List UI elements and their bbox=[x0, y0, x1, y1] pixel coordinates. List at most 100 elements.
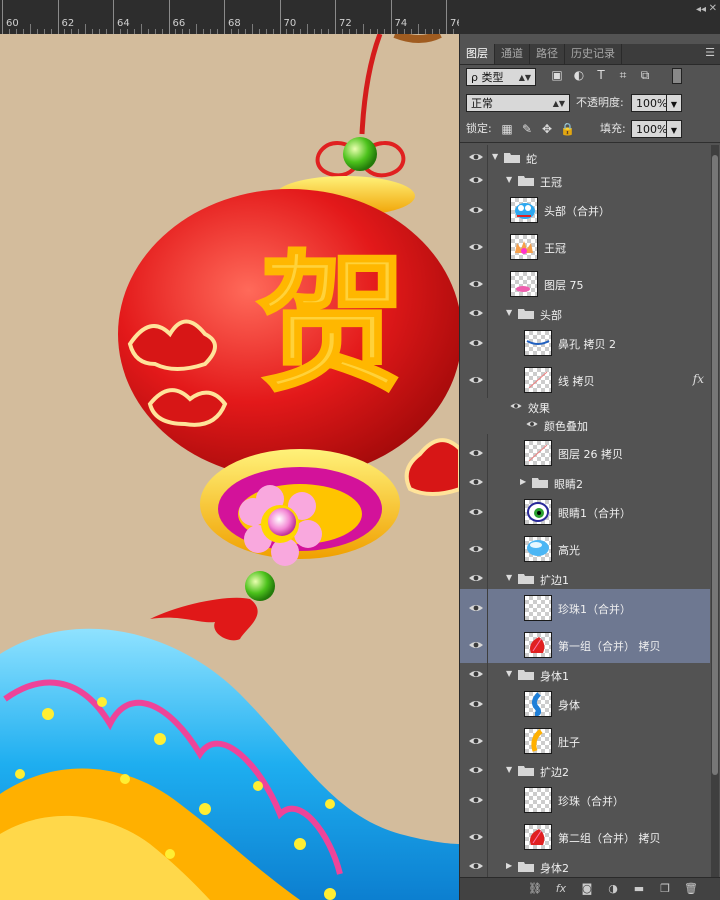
layer-thumbnail bbox=[524, 499, 552, 525]
expand-group-icon[interactable]: ▶ bbox=[520, 477, 526, 486]
visibility-eye-icon[interactable] bbox=[468, 640, 484, 650]
collapse-group-icon[interactable]: ▼ bbox=[492, 152, 498, 161]
filter-toggle-icon[interactable] bbox=[672, 68, 682, 84]
visibility-eye-icon[interactable] bbox=[468, 669, 484, 679]
lock-paint-icon[interactable]: ✎ bbox=[520, 122, 534, 136]
visibility-eye-icon[interactable] bbox=[468, 152, 484, 162]
collapse-group-icon[interactable]: ▼ bbox=[506, 308, 512, 317]
filter-image-icon[interactable]: ▣ bbox=[550, 68, 564, 82]
layer-effect-row[interactable]: 颜色叠加 bbox=[460, 414, 710, 434]
visibility-eye-icon[interactable] bbox=[468, 736, 484, 746]
layer-thumbnail bbox=[524, 632, 552, 658]
new-layer-icon[interactable]: ❐ bbox=[656, 881, 674, 897]
opacity-dropdown[interactable]: ▼ bbox=[666, 94, 682, 112]
collapse-group-icon[interactable]: ▼ bbox=[506, 175, 512, 184]
visibility-eye-icon[interactable] bbox=[468, 175, 484, 185]
ruler-minor-tick bbox=[362, 24, 364, 34]
layer-row[interactable]: 第一组（合并） 拷贝 bbox=[460, 626, 710, 664]
layer-row[interactable]: 珍珠（合并） bbox=[460, 781, 710, 819]
layer-row[interactable]: 王冠 bbox=[460, 228, 710, 266]
visibility-eye-icon[interactable] bbox=[468, 573, 484, 583]
visibility-eye-icon[interactable] bbox=[468, 448, 484, 458]
lock-all-icon[interactable]: 🔒 bbox=[560, 122, 575, 136]
folder-icon bbox=[518, 573, 534, 584]
visibility-eye-icon[interactable] bbox=[468, 375, 484, 385]
layer-group-row[interactable]: ▶ 身体2 bbox=[460, 855, 710, 878]
visibility-eye-icon[interactable] bbox=[468, 338, 484, 348]
filter-adjustment-icon[interactable]: ◐ bbox=[572, 68, 586, 82]
expand-group-icon[interactable]: ▶ bbox=[506, 861, 512, 870]
visibility-eye-icon[interactable] bbox=[468, 279, 484, 289]
layer-row[interactable]: 身体 bbox=[460, 685, 710, 723]
visibility-eye-icon[interactable] bbox=[468, 477, 484, 487]
effect-visibility-eye-icon[interactable] bbox=[510, 402, 523, 410]
lock-position-icon[interactable]: ✥ bbox=[540, 122, 554, 136]
layer-row[interactable]: 头部（合并） bbox=[460, 191, 710, 229]
visibility-eye-icon[interactable] bbox=[468, 544, 484, 554]
layer-thumbnail bbox=[524, 440, 552, 466]
visibility-eye-icon[interactable] bbox=[468, 795, 484, 805]
visibility-eye-icon[interactable] bbox=[468, 205, 484, 215]
filter-smart-object-icon[interactable]: ⧉ bbox=[638, 68, 652, 82]
layer-group-row[interactable]: ▼ 蛇 bbox=[460, 145, 710, 170]
tab-layers[interactable]: 图层 bbox=[460, 44, 495, 64]
visibility-eye-icon[interactable] bbox=[468, 765, 484, 775]
filter-shape-icon[interactable]: ⌗ bbox=[616, 68, 630, 82]
filter-type-icon[interactable]: T bbox=[594, 68, 608, 82]
effect-visibility-eye-icon[interactable] bbox=[526, 420, 539, 428]
layer-group-row[interactable]: ▼ 王冠 bbox=[460, 169, 710, 192]
visibility-eye-icon[interactable] bbox=[468, 242, 484, 252]
layer-group-row[interactable]: ▶ 眼睛2 bbox=[460, 471, 710, 494]
fill-dropdown[interactable]: ▼ bbox=[666, 120, 682, 138]
ruler-minor-tick bbox=[196, 24, 198, 34]
layer-row[interactable]: 肚子 bbox=[460, 722, 710, 760]
visibility-eye-icon[interactable] bbox=[468, 699, 484, 709]
layer-effect-row[interactable]: 效果 bbox=[460, 398, 710, 415]
visibility-eye-icon[interactable] bbox=[468, 603, 484, 613]
tab-channels[interactable]: 通道 bbox=[495, 44, 530, 64]
panel-menu-icon[interactable]: ☰ bbox=[705, 46, 715, 59]
layer-name: 王冠 bbox=[544, 242, 566, 255]
lock-transparent-icon[interactable]: ▦ bbox=[500, 122, 514, 136]
layer-row[interactable]: 图层 75 bbox=[460, 265, 710, 303]
visibility-eye-icon[interactable] bbox=[468, 832, 484, 842]
layer-name: 第一组（合并） 拷贝 bbox=[558, 640, 661, 653]
layer-row[interactable]: 珍珠1（合并） bbox=[460, 589, 710, 627]
column-divider bbox=[487, 589, 488, 626]
layer-row[interactable]: 眼睛1（合并） bbox=[460, 493, 710, 531]
link-layers-icon[interactable]: ⛓ bbox=[526, 881, 544, 897]
scrollbar-thumb[interactable] bbox=[712, 155, 718, 775]
trash-icon[interactable]: 🗑 bbox=[682, 881, 700, 897]
layer-group-row[interactable]: ▼ 扩边1 bbox=[460, 567, 710, 590]
layer-group-row[interactable]: ▼ 头部 bbox=[460, 302, 710, 325]
folder-icon bbox=[504, 152, 520, 163]
visibility-eye-icon[interactable] bbox=[468, 308, 484, 318]
collapse-group-icon[interactable]: ▼ bbox=[506, 765, 512, 774]
tab-history[interactable]: 历史记录 bbox=[565, 44, 622, 64]
layer-row[interactable]: 线 拷贝 fx bbox=[460, 361, 710, 399]
collapse-group-icon[interactable]: ▼ bbox=[506, 669, 512, 678]
folder-icon bbox=[518, 669, 534, 680]
layer-row[interactable]: 鼻孔 拷贝 2 bbox=[460, 324, 710, 362]
layer-group-row[interactable]: ▼ 扩边2 bbox=[460, 759, 710, 782]
filter-kind-select[interactable]: ρ 类型 ▲▼ bbox=[466, 68, 536, 86]
blend-mode-select[interactable]: 正常 ▲▼ bbox=[466, 94, 570, 112]
collapse-group-icon[interactable]: ▼ bbox=[506, 573, 512, 582]
visibility-eye-icon[interactable] bbox=[468, 861, 484, 871]
layer-row[interactable]: 图层 26 拷贝 bbox=[460, 434, 710, 472]
layers-scrollbar[interactable] bbox=[711, 145, 719, 880]
tab-paths[interactable]: 路径 bbox=[530, 44, 565, 64]
collapse-panel-icon[interactable]: ◂◂ bbox=[696, 4, 706, 15]
add-mask-icon[interactable]: ◙ bbox=[578, 881, 596, 897]
visibility-eye-icon[interactable] bbox=[468, 507, 484, 517]
layer-effects-icon[interactable]: fx bbox=[693, 372, 704, 386]
canvas[interactable]: 贺 bbox=[0, 34, 460, 900]
layer-row[interactable]: 第二组（合并） 拷贝 bbox=[460, 818, 710, 856]
adjustment-layer-icon[interactable]: ◑ bbox=[604, 881, 622, 897]
layer-row[interactable]: 高光 bbox=[460, 530, 710, 568]
close-panel-icon[interactable]: ✕ bbox=[709, 3, 717, 14]
layer-style-icon[interactable]: fx bbox=[552, 881, 570, 897]
layer-group-row[interactable]: ▼ 身体1 bbox=[460, 663, 710, 686]
layers-panel: 图层 通道 路径 历史记录 ☰ ρ 类型 ▲▼ ▣ ◐ T ⌗ ⧉ 正常 ▲▼ … bbox=[459, 34, 720, 900]
new-group-icon[interactable]: ▬ bbox=[630, 881, 648, 897]
